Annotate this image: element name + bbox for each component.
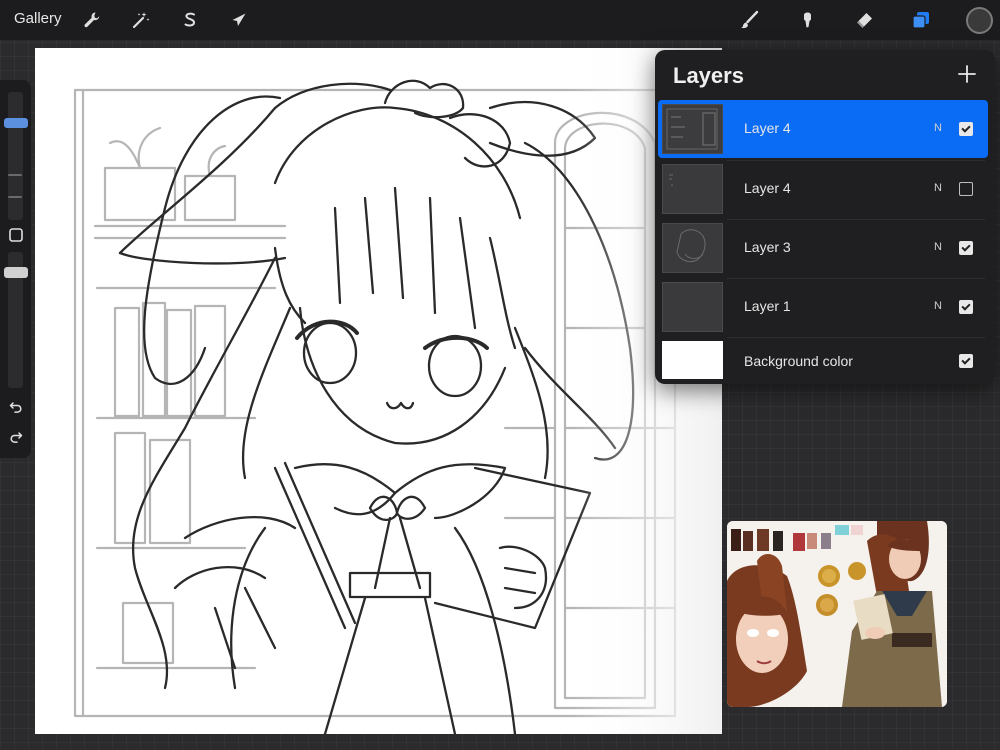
smudge-button[interactable] [795, 8, 819, 32]
layer-thumbnail [662, 282, 723, 332]
layers-button[interactable] [909, 8, 933, 32]
modify-button[interactable] [7, 226, 25, 244]
selection-s-icon [184, 12, 196, 27]
sketch-drawing [35, 48, 722, 734]
background-color-swatch[interactable] [662, 341, 723, 379]
layer-row[interactable]: Layer 3 N [658, 219, 988, 277]
layers-panel: Layers Layer 4 N Layer 4 N Layer 3 N Lay… [655, 50, 995, 384]
layer-thumbnail [662, 164, 723, 214]
layer-visibility-checkbox[interactable] [959, 300, 973, 314]
plus-icon[interactable] [955, 62, 979, 86]
gallery-button[interactable]: Gallery [14, 10, 62, 27]
layer-thumbnail-sketch [676, 229, 706, 263]
blend-mode-button[interactable]: N [934, 241, 942, 253]
brush-size-handle[interactable] [4, 118, 28, 128]
arrow-cursor-icon [232, 13, 246, 26]
layer-row[interactable]: Layer 4 N [658, 100, 988, 158]
brush-size-slider[interactable] [8, 92, 23, 220]
layer-visibility-checkbox[interactable] [959, 122, 973, 136]
reference-illustration [727, 521, 947, 707]
wrench-icon [84, 12, 100, 28]
layer-row[interactable]: Layer 1 N [658, 278, 988, 336]
reference-image-window[interactable] [727, 521, 947, 707]
transform-button[interactable] [227, 8, 251, 32]
blend-mode-button[interactable]: N [934, 122, 942, 134]
adjustments-button[interactable] [129, 8, 153, 32]
magic-wand-icon [132, 12, 150, 29]
background-color-row[interactable]: Background color [658, 337, 988, 385]
layers-icon [912, 12, 929, 29]
layer-name: Layer 1 [744, 298, 791, 314]
slider-tick [8, 196, 22, 198]
drawing-canvas[interactable] [35, 48, 722, 734]
blend-mode-button[interactable]: N [934, 300, 942, 312]
actions-button[interactable] [80, 8, 104, 32]
undo-icon [9, 402, 22, 413]
redo-button[interactable] [7, 428, 25, 446]
brush-icon [741, 10, 759, 29]
layer-name: Layer 3 [744, 239, 791, 255]
left-sidebar [0, 80, 31, 458]
brush-button[interactable] [737, 8, 761, 32]
eraser-icon [857, 13, 872, 28]
layers-panel-title: Layers [673, 63, 744, 88]
color-picker-button[interactable] [966, 7, 993, 34]
layer-visibility-checkbox[interactable] [959, 241, 973, 255]
selection-button[interactable] [178, 8, 202, 32]
layer-name: Layer 4 [744, 120, 791, 136]
layer-thumbnail [662, 223, 723, 273]
redo-icon [10, 432, 23, 443]
eraser-button[interactable] [852, 8, 876, 32]
opacity-handle[interactable] [4, 267, 28, 278]
square-icon [9, 228, 23, 242]
undo-button[interactable] [7, 398, 25, 416]
blend-mode-button[interactable]: N [934, 182, 942, 194]
slider-tick [8, 174, 22, 176]
smudge-icon [804, 12, 811, 28]
layer-thumbnail [662, 104, 723, 154]
layer-thumbnail-sketch [669, 174, 673, 186]
layer-name: Layer 4 [744, 180, 791, 196]
layer-thumbnail-sketch [666, 108, 718, 150]
layer-name: Background color [744, 353, 853, 369]
layer-visibility-checkbox[interactable] [959, 182, 973, 196]
layer-visibility-checkbox[interactable] [959, 354, 973, 368]
top-toolbar: Gallery [0, 0, 1000, 40]
layer-row[interactable]: Layer 4 N [658, 160, 988, 218]
